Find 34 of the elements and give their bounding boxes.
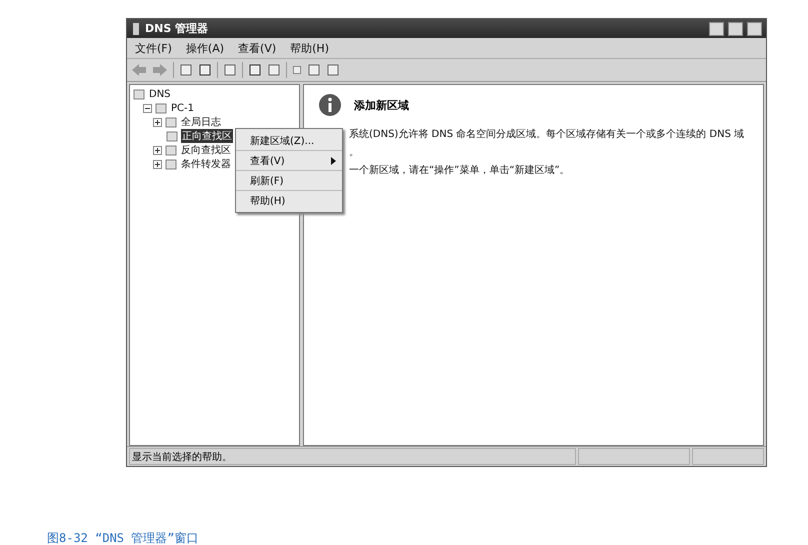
tree-item[interactable]: 条件转发器 [180, 157, 232, 171]
folder-icon [133, 88, 145, 100]
folder-icon [165, 116, 177, 128]
figure-caption: 图8-32 “DNS 管理器”窗口 [47, 530, 198, 545]
menu-item[interactable]: 新建区域(Z)... [236, 131, 342, 151]
info-icon [318, 93, 342, 117]
folder-icon [166, 130, 178, 142]
details-heading: 添加新区域 [354, 98, 409, 112]
submenu-arrow-icon [331, 156, 336, 164]
details-text: 一个新区域，请在“操作”菜单，单击“新建区域”。 [349, 164, 571, 177]
expand-icon[interactable] [153, 160, 162, 168]
menu-item[interactable]: 帮助(H) [290, 40, 329, 56]
tree-item[interactable]: PC-1 [170, 102, 195, 114]
tree-item[interactable]: DNS [148, 88, 172, 100]
menu-item[interactable]: 查看(V) [238, 40, 276, 56]
tree-item[interactable]: 反向查找区 [180, 143, 232, 157]
menu-item[interactable]: 操作(A) [186, 40, 224, 56]
menu-item[interactable]: 刷新(F) [236, 171, 342, 191]
folder-icon [155, 102, 167, 114]
details-text: 系统(DNS)允许将 DNS 命名空间分成区域。每个区域存储有关一个或多个连续的 DNS 域 [349, 128, 746, 141]
expand-icon[interactable] [153, 118, 162, 126]
details-text: 。 [349, 146, 360, 159]
status-pane [692, 448, 764, 465]
folder-icon [165, 158, 177, 170]
status-text: 显示当前选择的帮助。 [129, 448, 576, 465]
expand-icon[interactable] [153, 146, 162, 154]
menu-item[interactable]: 文件(F) [135, 40, 172, 56]
menu-item[interactable]: 帮助(H) [236, 191, 342, 210]
folder-icon [165, 144, 177, 156]
tree-item[interactable]: 正向查找区 [181, 129, 233, 143]
window-title: DNS 管理器 [145, 21, 210, 36]
menu-item[interactable]: 查看(V) [236, 151, 342, 171]
collapse-icon[interactable] [143, 104, 152, 112]
tree-item[interactable]: 全局日志 [180, 115, 222, 129]
